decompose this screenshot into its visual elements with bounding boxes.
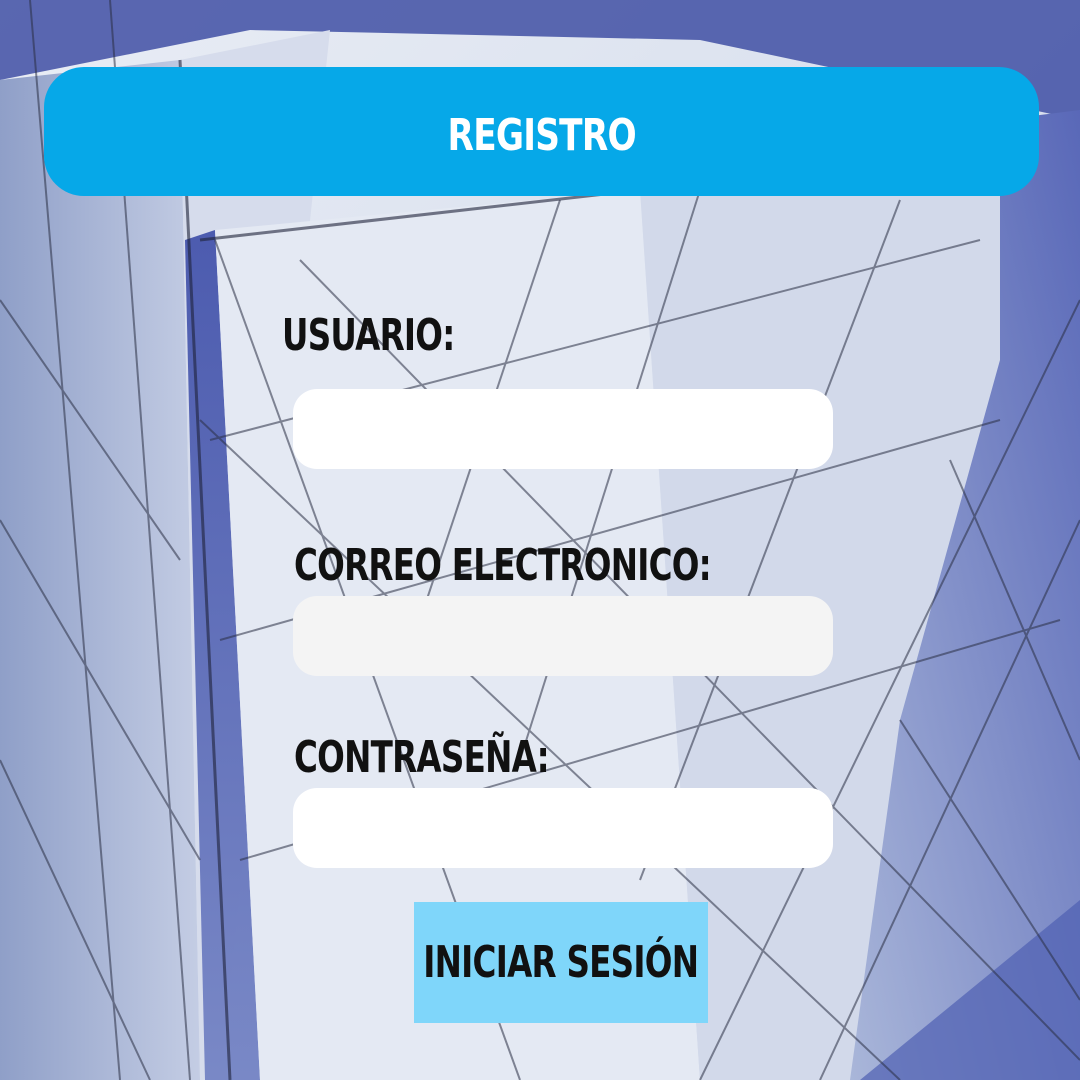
- username-input[interactable]: [293, 389, 833, 469]
- password-input[interactable]: [293, 788, 833, 868]
- login-button[interactable]: INICIAR SESIÓN: [414, 902, 708, 1023]
- email-input[interactable]: [293, 596, 833, 676]
- page-title: REGISTRO: [447, 110, 636, 161]
- password-label: CONTRASEÑA:: [294, 732, 550, 783]
- login-button-label: INICIAR SESIÓN: [423, 937, 700, 988]
- email-label: CORREO ELECTRONICO:: [294, 540, 712, 591]
- header-bar: REGISTRO: [44, 67, 1039, 196]
- username-label: USUARIO:: [282, 310, 455, 361]
